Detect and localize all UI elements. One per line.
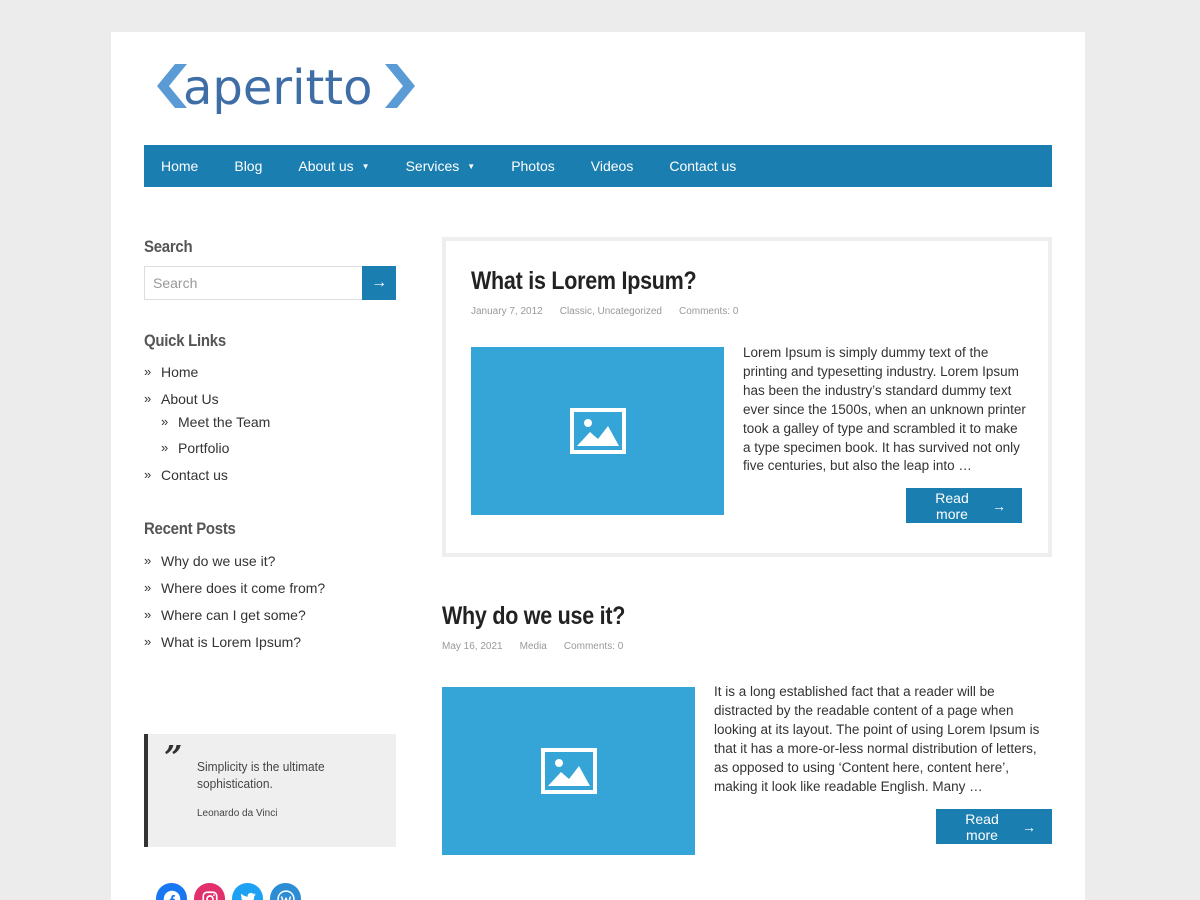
read-more-button[interactable]: Read more → xyxy=(906,488,1022,523)
read-more-button[interactable]: Read more → xyxy=(936,809,1052,844)
read-more-label: Read more xyxy=(965,810,999,843)
social-links xyxy=(156,883,301,900)
twitter-icon[interactable] xyxy=(232,883,263,900)
search-submit-button[interactable]: → xyxy=(362,266,396,300)
list-item: Portfolio xyxy=(161,439,396,457)
quote-widget: ” Simplicity is the ultimate sophisticat… xyxy=(144,734,396,847)
recent-post-link[interactable]: Why do we use it? xyxy=(161,553,275,569)
nav-label: Photos xyxy=(511,158,555,174)
quote-text: Simplicity is the ultimate sophisticatio… xyxy=(197,759,325,791)
post-card-sticky: What is Lorem Ipsum? January 7, 2012 Cla… xyxy=(442,237,1052,557)
quick-links-list: Home About Us Meet the Team Portfolio Co… xyxy=(144,363,396,484)
arrow-right-icon: → xyxy=(992,497,1006,514)
quote-author: Leonardo da Vinci xyxy=(197,808,278,819)
nav-item-services[interactable]: Services ▼ xyxy=(388,145,494,187)
quick-links-sublist: Meet the Team Portfolio xyxy=(161,413,396,457)
nav-label: Services xyxy=(405,158,460,174)
list-item: What is Lorem Ipsum? xyxy=(144,633,396,651)
read-more-label: Read more xyxy=(935,489,969,522)
search-input[interactable] xyxy=(144,266,363,300)
nav-item-home[interactable]: Home xyxy=(144,145,216,187)
post-meta: January 7, 2012 Classic, Uncategorized C… xyxy=(471,306,738,317)
recent-posts-list: Why do we use it? Where does it come fro… xyxy=(144,552,396,651)
post-title[interactable]: What is Lorem Ipsum? xyxy=(471,267,701,296)
recent-posts-title: Recent Posts xyxy=(144,519,236,538)
quick-links-title: Quick Links xyxy=(144,331,226,350)
nav-label: Videos xyxy=(590,158,634,174)
post-categories[interactable]: Classic, Uncategorized xyxy=(560,306,662,317)
quote-mark-icon: ” xyxy=(164,738,183,776)
caret-down-icon: ▼ xyxy=(467,162,476,172)
quick-link-meet-the-team[interactable]: Meet the Team xyxy=(178,414,270,430)
post-comments[interactable]: Comments: 0 xyxy=(679,306,738,317)
nav-item-blog[interactable]: Blog xyxy=(216,145,280,187)
logo-text: aperitto xyxy=(183,60,373,116)
page: aperitto Home Blog About us ▼ Services ▼ P… xyxy=(111,32,1085,900)
list-item: Where does it come from? xyxy=(144,579,396,597)
recent-post-link[interactable]: What is Lorem Ipsum? xyxy=(161,634,301,650)
recent-post-link[interactable]: Where does it come from? xyxy=(161,580,325,596)
facebook-icon[interactable] xyxy=(156,883,187,900)
main-nav: Home Blog About us ▼ Services ▼ Photos Vid… xyxy=(144,145,1052,187)
list-item: Meet the Team xyxy=(161,413,396,431)
list-item: Where can I get some? xyxy=(144,606,396,624)
post-categories[interactable]: Media xyxy=(520,641,547,652)
nav-item-photos[interactable]: Photos xyxy=(493,145,573,187)
post-date[interactable]: January 7, 2012 xyxy=(471,306,543,317)
quick-link-about-us[interactable]: About Us xyxy=(161,391,219,407)
search-form: → xyxy=(144,266,396,300)
caret-down-icon: ▼ xyxy=(361,162,370,172)
post-meta: May 16, 2021 Media Comments: 0 xyxy=(442,641,1052,652)
post-comments[interactable]: Comments: 0 xyxy=(564,641,623,652)
post-excerpt: Lorem Ipsum is simply dummy text of the … xyxy=(743,345,1026,474)
image-placeholder-icon xyxy=(540,748,597,794)
wordpress-icon[interactable] xyxy=(270,883,301,900)
quick-link-contact-us[interactable]: Contact us xyxy=(161,467,228,483)
image-placeholder-icon xyxy=(569,408,626,454)
nav-item-about-us[interactable]: About us ▼ xyxy=(280,145,387,187)
list-item: Home xyxy=(144,363,396,381)
post-excerpt: It is a long established fact that a rea… xyxy=(714,684,1040,794)
site-logo[interactable]: aperitto xyxy=(145,58,435,120)
post-thumbnail[interactable] xyxy=(442,687,695,855)
nav-item-videos[interactable]: Videos xyxy=(573,145,652,187)
nav-label: Home xyxy=(161,158,199,174)
quick-link-home[interactable]: Home xyxy=(161,364,198,380)
post-thumbnail[interactable] xyxy=(471,347,724,515)
nav-label: About us xyxy=(298,158,354,174)
sidebar: Search → Quick Links Home About Us Meet … xyxy=(144,237,396,900)
post-card: Why do we use it? May 16, 2021 Media Com… xyxy=(442,602,1052,900)
post-date[interactable]: May 16, 2021 xyxy=(442,641,503,652)
nav-label: Contact us xyxy=(669,158,737,174)
list-item: Why do we use it? xyxy=(144,552,396,570)
recent-post-link[interactable]: Where can I get some? xyxy=(161,607,306,623)
nav-label: Blog xyxy=(234,158,263,174)
search-widget-title: Search xyxy=(144,237,193,256)
list-item: About Us Meet the Team Portfolio xyxy=(144,390,396,457)
quick-link-portfolio[interactable]: Portfolio xyxy=(178,440,229,456)
instagram-icon[interactable] xyxy=(194,883,225,900)
nav-item-contact-us[interactable]: Contact us xyxy=(651,145,754,187)
list-item: Contact us xyxy=(144,466,396,484)
post-title[interactable]: Why do we use it? xyxy=(442,602,967,631)
arrow-right-icon: → xyxy=(1022,818,1036,835)
